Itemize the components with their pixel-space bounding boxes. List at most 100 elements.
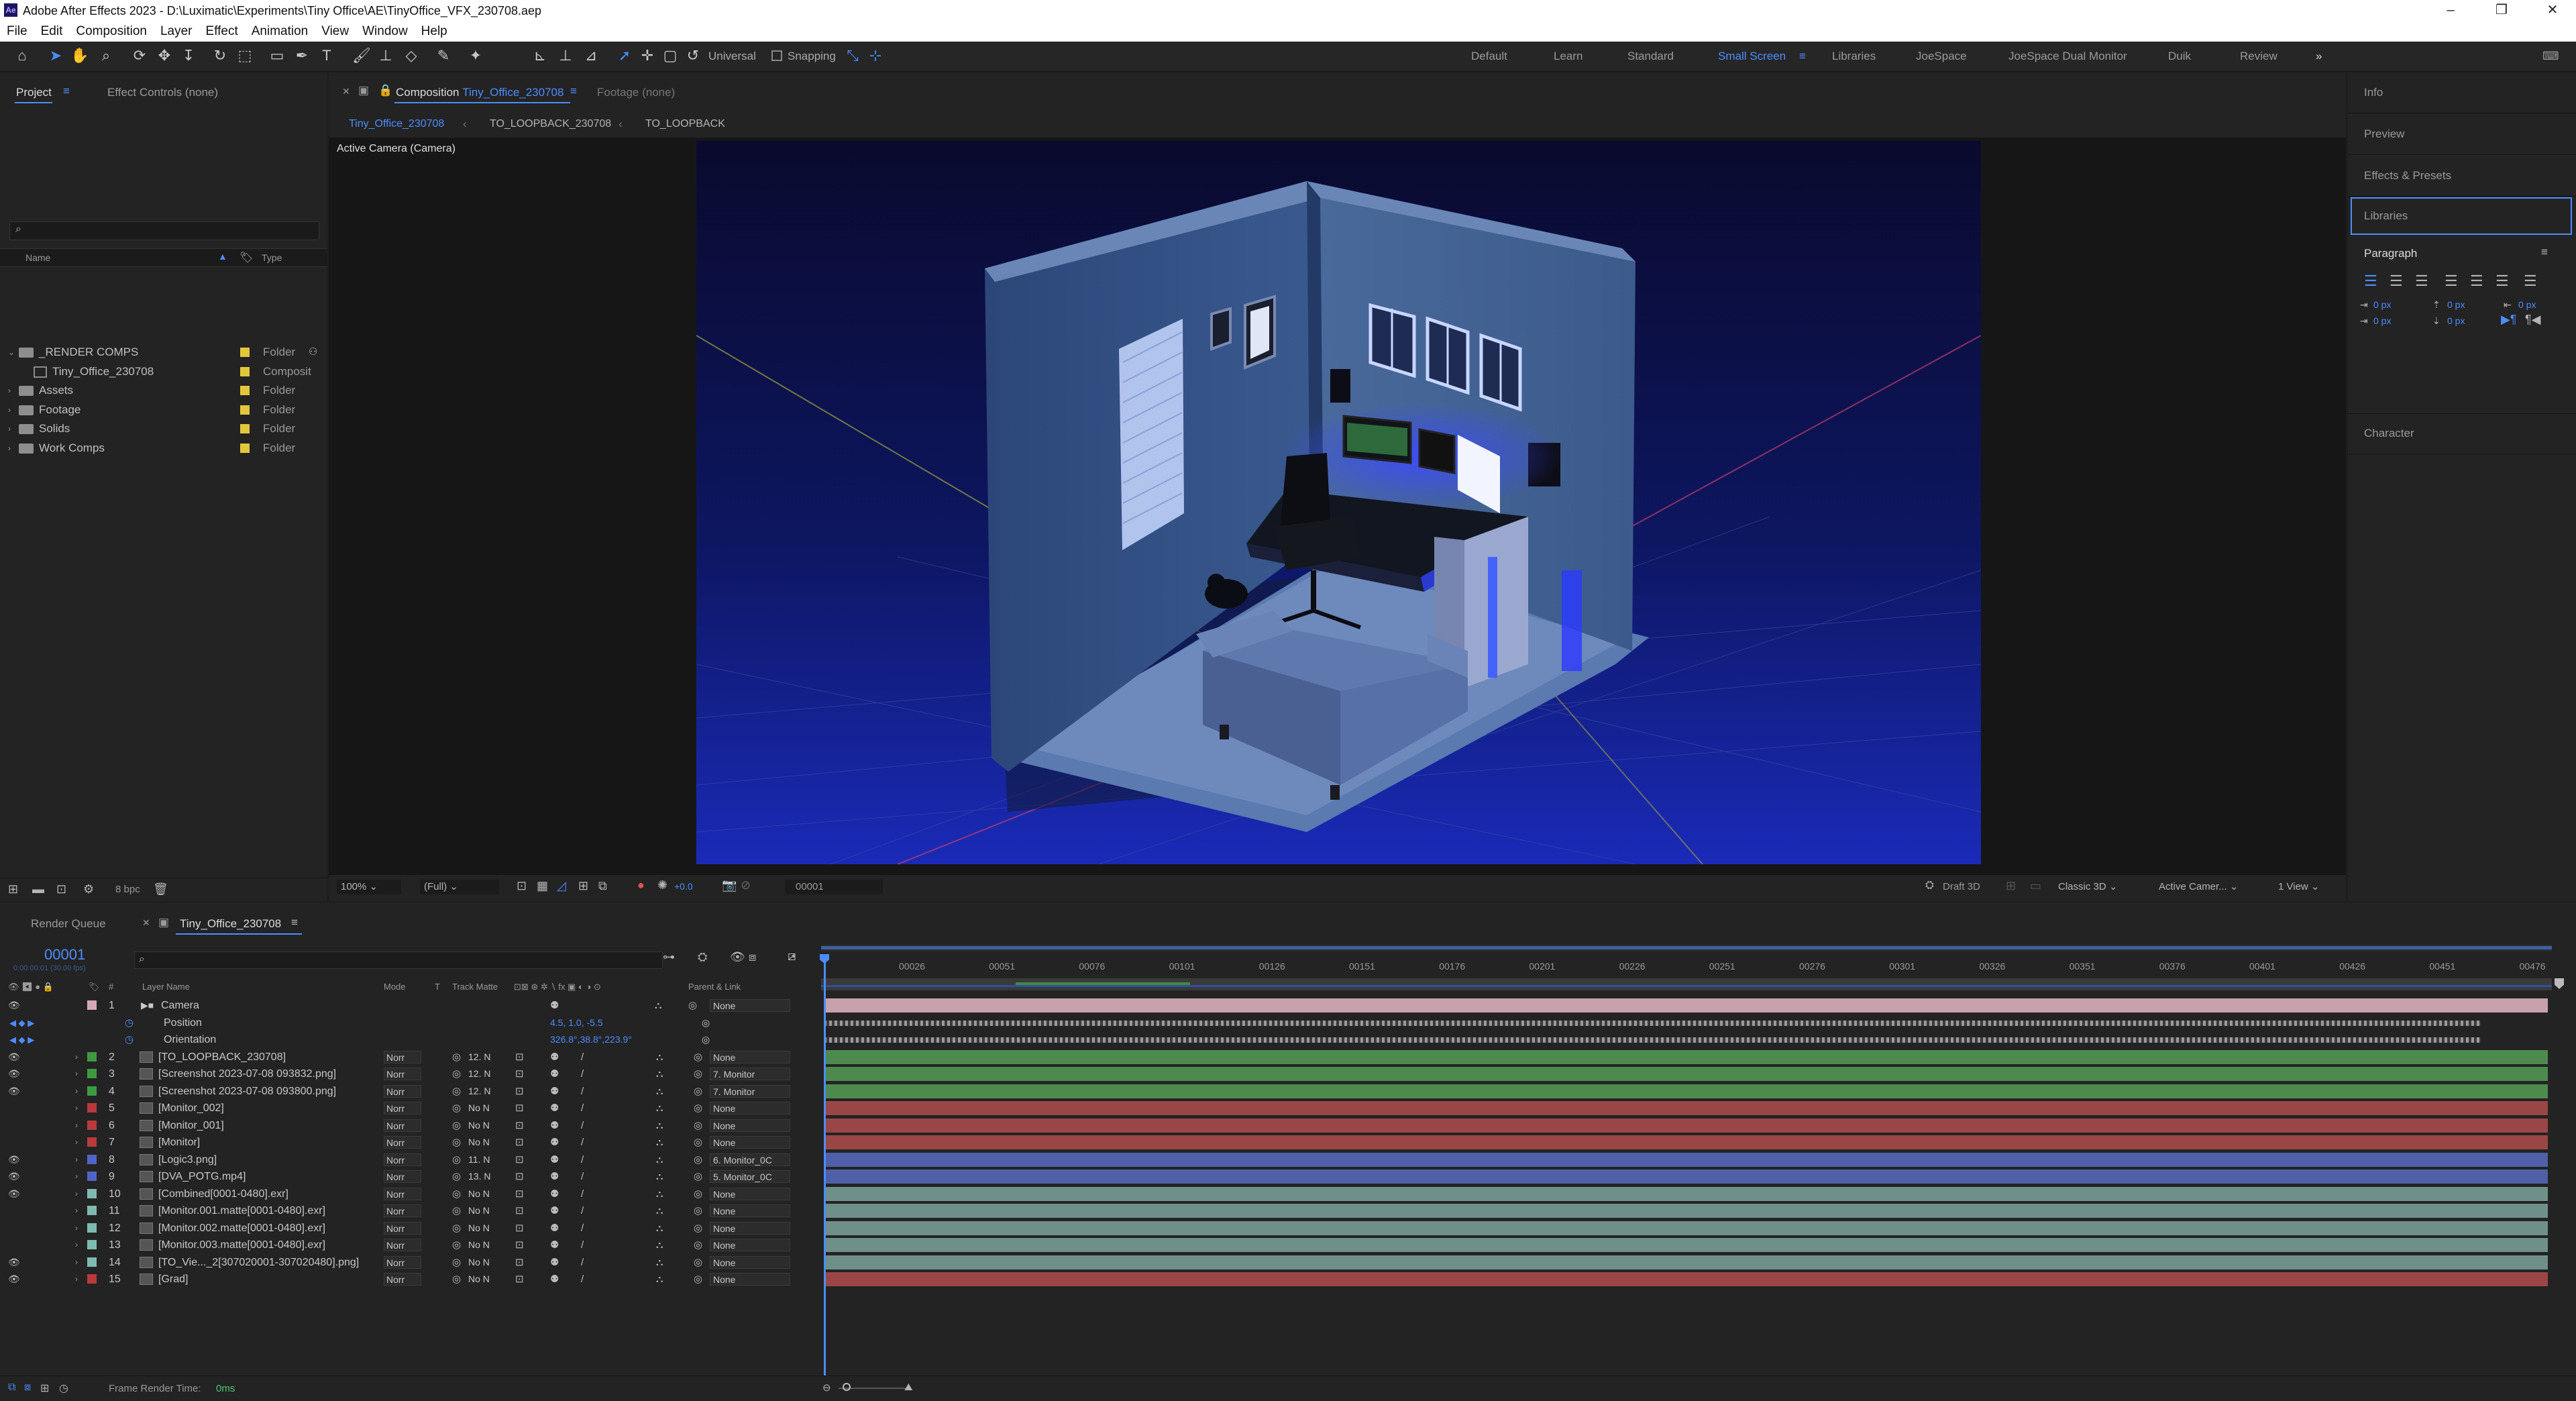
pickwhip-icon[interactable]: ◎ [694,1220,702,1237]
pickwhip-icon[interactable]: ◎ [694,1202,702,1219]
exposure-value[interactable]: +0.0 [674,881,693,892]
layer-name[interactable]: [Monitor_002] [158,1100,380,1117]
shy-switch-icon[interactable]: ⚉ [550,997,559,1014]
project-menu-icon[interactable]: ≡ [63,85,70,98]
justify-center-icon[interactable]: ☰ [2470,272,2483,290]
quality-switch-icon[interactable]: / [581,1202,584,1219]
layer-name-header[interactable]: Layer Name [142,982,190,992]
track-matte-pickwhip-icon[interactable]: ◎ [452,1168,461,1185]
visibility-eye-icon[interactable]: 👁 [8,1168,20,1185]
track-matte-pickwhip-icon[interactable]: ◎ [452,1202,461,1219]
3d-layer-icon[interactable]: ⛬ [656,1117,663,1134]
quality-switch-icon[interactable]: / [581,1237,584,1253]
puppet-pin-tool-icon[interactable]: ✦ [467,47,484,64]
clone-stamp-tool-icon[interactable]: ⊥ [377,47,394,64]
blend-mode-dropdown[interactable]: Norr [384,1119,421,1132]
parent-dropdown[interactable]: None [710,999,790,1012]
parent-dropdown[interactable]: None [710,1136,790,1149]
view-layout-dropdown[interactable]: 1 View ⌄ [2278,880,2343,894]
brush-tool-icon[interactable]: 🖌 [352,47,371,64]
matte-invert-icon[interactable]: ⊡ [515,1066,524,1082]
zoom-out-icon[interactable]: ⊖ [822,1382,831,1394]
layer-name[interactable]: [Screenshot 2023-07-08 093832.png] [158,1066,380,1082]
track-matte-pickwhip-icon[interactable]: ◎ [452,1151,461,1168]
expand-closed-icon[interactable]: › [75,1117,78,1134]
layer-row[interactable]: › 6 [Monitor_001] Norr ◎ No N ⊡ ⚉ / ⛬ ◎ None [0,1117,815,1134]
label-color[interactable] [240,405,250,415]
adjust-settings-icon[interactable]: ⚙ [83,882,94,896]
show-channel-icon[interactable]: ⧉ [598,879,607,893]
expand-closed-icon[interactable]: › [75,1134,78,1151]
lock-icon[interactable]: ▣ [358,84,369,97]
quality-switch-icon[interactable]: / [581,1254,584,1271]
justify-all-icon[interactable]: ☰ [2524,272,2537,290]
label-color[interactable] [87,1069,97,1078]
zoom-in-icon[interactable]: ⛰ [904,1382,913,1393]
workspace-joespace-dual[interactable]: JoeSpace Dual Monitor [2008,50,2127,63]
snap-edges-icon[interactable]: ⤡ [844,47,861,64]
pickwhip-icon[interactable]: ◎ [694,1254,702,1271]
minimize-icon[interactable]: – [2431,0,2470,21]
expand-closed-icon[interactable]: › [75,1083,78,1100]
label-color[interactable] [87,1240,97,1249]
menu-help[interactable]: Help [415,21,454,42]
quality-switch-icon[interactable]: / [581,1151,584,1168]
layer-row[interactable]: 👁 › 14 [TO_Vie..._2[307020001-307020480].pn… [0,1254,815,1271]
parent-dropdown[interactable]: None [710,1187,790,1200]
hand-tool-icon[interactable]: ✋ [70,47,89,64]
layer-name[interactable]: [DVA_POTG.mp4] [158,1168,380,1185]
safe-margins-icon[interactable]: ⊞ [578,879,588,893]
track-matte-dropdown[interactable]: No N [468,1271,507,1288]
home-icon[interactable]: ⌂ [13,47,31,64]
visibility-eye-icon[interactable]: 👁 [8,1186,20,1202]
layer-name[interactable]: Camera [161,997,382,1014]
label-color[interactable] [87,1051,97,1061]
delete-icon[interactable]: 🗑 [153,882,168,896]
layer-duration-bar[interactable] [824,1135,2548,1149]
tab-project[interactable]: Project [16,86,52,99]
pickwhip-icon[interactable]: ◎ [694,1117,702,1134]
matte-invert-icon[interactable]: ⊡ [515,1168,524,1185]
expand-closed-icon[interactable]: › [75,1186,78,1202]
expand-closed-icon[interactable]: › [75,1271,78,1288]
visibility-eye-icon[interactable]: 👁 [8,1066,20,1082]
project-item[interactable]: › Footage Folder [7,401,322,419]
parent-dropdown[interactable]: 7. Monitor [710,1084,790,1098]
workspace-learn[interactable]: Learn [1554,50,1582,63]
align-tool-icon[interactable]: ⊾ [531,47,549,64]
ground-plane-icon[interactable]: ▭ [2030,879,2041,893]
space-after-value[interactable]: 0 px [2447,315,2465,326]
label-color[interactable] [87,1000,97,1010]
blend-mode-dropdown[interactable]: Norr [384,1170,421,1183]
track-matte-dropdown[interactable]: No N [468,1134,507,1151]
project-search-input[interactable]: ⌕ [9,221,319,240]
3d-layer-icon[interactable]: ⛬ [656,1083,663,1100]
layer-duration-bar[interactable] [824,1101,2548,1115]
blend-mode-dropdown[interactable]: Norr [384,1255,421,1269]
effects-presets-panel[interactable]: Effects & Presets [2348,156,2576,197]
transfer-controls-icon[interactable]: ⧈ [24,1382,31,1394]
label-color[interactable] [87,1274,97,1284]
current-time-display[interactable]: 00001 [44,946,85,964]
parent-dropdown[interactable]: None [710,1102,790,1114]
quality-switch-icon[interactable]: / [581,1117,584,1134]
stopwatch-icon[interactable]: ◷ [125,1031,133,1048]
3d-layer-icon[interactable]: ⛬ [656,1237,663,1253]
track-matte-dropdown[interactable]: 13. N [468,1168,507,1185]
layer-name[interactable]: [Monitor] [158,1134,380,1151]
pickwhip-icon[interactable]: ◎ [688,997,697,1014]
track-matte-pickwhip-icon[interactable]: ◎ [452,1066,461,1082]
menu-window[interactable]: Window [356,21,415,42]
visibility-eye-icon[interactable]: 👁 [8,1254,20,1271]
breadcrumb-item[interactable]: TO_LOOPBACK_230708 [490,118,611,130]
tab-footage[interactable]: Footage (none) [597,86,675,99]
new-folder-icon[interactable]: ▬ [32,882,44,896]
pickwhip-icon[interactable]: ◎ [702,1031,710,1048]
quality-switch-icon[interactable]: / [581,1186,584,1202]
renderer-dropdown[interactable]: Classic 3D ⌄ [2058,880,2140,894]
layer-name[interactable]: [Logic3.png] [158,1151,380,1168]
workspace-default[interactable]: Default [1471,50,1507,63]
track-matte-pickwhip-icon[interactable]: ◎ [452,1049,461,1066]
track-matte-dropdown[interactable]: 12. N [468,1083,507,1100]
camera-view-dropdown[interactable]: Active Camer... ⌄ [2159,880,2258,894]
